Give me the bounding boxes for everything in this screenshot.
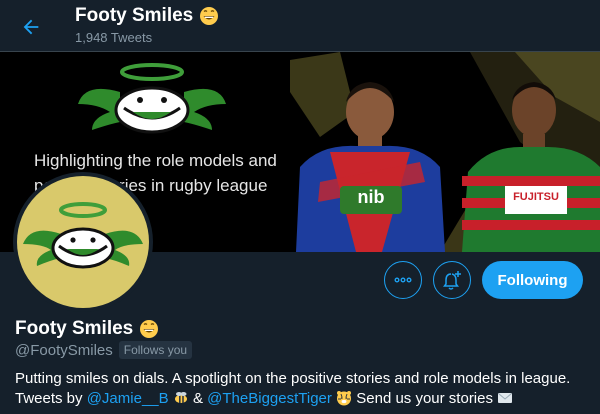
bell-plus-icon <box>443 271 461 290</box>
bio-link-biggesttiger[interactable]: @TheBiggestTiger <box>207 390 332 407</box>
bio-tweets-by: Tweets by <box>15 390 83 407</box>
handle-row: @FootySmiles Follows you <box>15 341 193 359</box>
header-title-group: Footy Smiles 1,948 Tweets <box>75 5 219 45</box>
avatar-logo <box>23 202 143 269</box>
jersey1-sponsor: nib <box>357 187 385 207</box>
bio-ampersand: & <box>192 390 203 407</box>
bee-emoji-icon <box>174 392 187 403</box>
bio-line-1: Putting smiles on dials. A spotlight on … <box>15 370 571 387</box>
tweet-count: 1,948 Tweets <box>75 30 153 45</box>
more-dots-icon <box>394 277 412 283</box>
jersey2-sponsor: FUJITSU <box>513 191 559 203</box>
profile-avatar[interactable] <box>13 172 153 312</box>
grinning-emoji-icon <box>140 320 159 338</box>
header-title: Footy Smiles <box>75 5 194 26</box>
back-button[interactable] <box>14 10 48 44</box>
profile-bio: Putting smiles on dials. A spotlight on … <box>15 369 590 409</box>
profile-name-row: Footy Smiles <box>15 318 159 340</box>
grinning-emoji-icon <box>200 7 219 25</box>
more-button[interactable] <box>384 261 422 299</box>
profile-handle: @FootySmiles <box>15 341 113 359</box>
envelope-emoji-icon <box>498 393 513 403</box>
tiger-face-emoji-icon <box>337 391 352 406</box>
bio-end-text: Send us your stories <box>356 390 493 407</box>
arrow-left-icon <box>23 19 39 35</box>
following-button[interactable]: Following <box>482 261 583 299</box>
avatar-image <box>17 176 149 308</box>
banner-line-1: Highlighting the role models and <box>34 151 277 170</box>
top-bar: Footy Smiles 1,948 Tweets <box>0 0 600 52</box>
follows-you-badge: Follows you <box>118 341 193 359</box>
notifications-button[interactable] <box>433 261 471 299</box>
bio-line-2: Tweets by @Jamie__B & @TheBiggestTiger S… <box>15 389 590 409</box>
bio-link-jamie[interactable]: @Jamie__B <box>87 390 169 407</box>
profile-name: Footy Smiles <box>15 318 134 339</box>
